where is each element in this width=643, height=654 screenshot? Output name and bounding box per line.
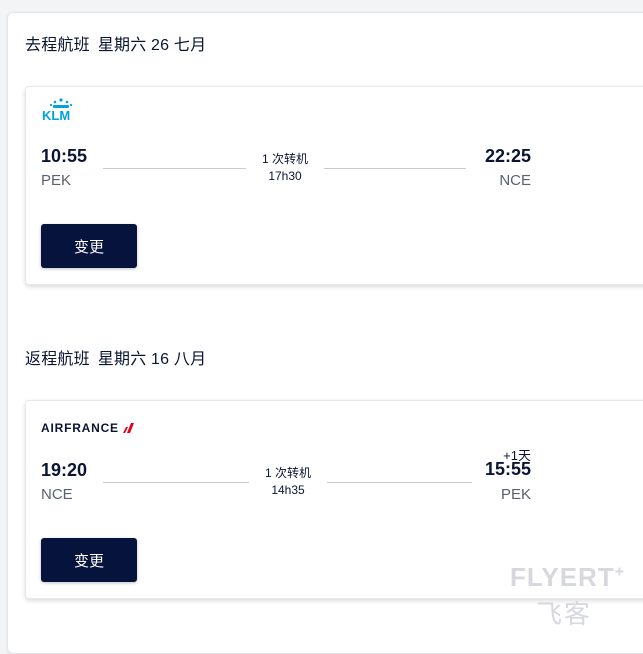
outbound-section-title: 去程航班 星期六 26 七月 xyxy=(25,31,206,55)
return-stops: 1 次转机 xyxy=(264,466,311,480)
flyert-watermark: FLYERT+ xyxy=(510,562,625,593)
outbound-date: 星期六 26 七月 xyxy=(97,37,207,54)
return-title-label: 返程航班 xyxy=(25,351,90,368)
return-route-line-right xyxy=(327,482,472,483)
return-change-button[interactable]: 变更 xyxy=(41,538,137,582)
outbound-depart-time: 10:55 xyxy=(41,146,88,166)
return-arrive-airport: PEK xyxy=(500,486,531,503)
airfrance-wordmark: AIRFRANCE xyxy=(41,421,119,435)
outbound-stops: 1 次转机 xyxy=(261,152,308,166)
airfrance-stripe-icon xyxy=(122,423,134,433)
klm-logo: KLM xyxy=(41,97,81,126)
return-date: 星期六 16 八月 xyxy=(97,351,207,368)
outbound-flight-card: KLM 10:55 PEK 1 次转机 17h30 22:25 NCE 变更 xyxy=(25,86,643,285)
outbound-change-button[interactable]: 变更 xyxy=(41,224,137,268)
klm-crown-icon: KLM xyxy=(42,98,73,123)
outbound-arrive-airport: NCE xyxy=(499,172,531,189)
outbound-route-line-right xyxy=(324,168,466,169)
outbound-title-label: 去程航班 xyxy=(25,37,90,54)
return-route-line-left xyxy=(103,482,249,483)
outbound-duration: 17h30 xyxy=(268,169,302,183)
flyert-watermark-sub: 飞客 xyxy=(536,599,593,629)
return-arrive-time: 15:55 xyxy=(484,459,531,479)
watermark-plus: + xyxy=(614,563,626,581)
watermark-text: FLYERT xyxy=(510,562,615,592)
return-duration: 14h35 xyxy=(271,483,305,497)
return-depart-time: 19:20 xyxy=(41,460,88,480)
outbound-depart-airport: PEK xyxy=(41,172,72,189)
airfrance-logo: AIRFRANCE xyxy=(41,421,135,435)
return-section-title: 返程航班 星期六 16 八月 xyxy=(25,345,206,369)
outbound-route-line-left xyxy=(103,168,246,169)
klm-wordmark: KLM xyxy=(42,108,70,121)
return-depart-airport: NCE xyxy=(41,486,73,503)
outbound-arrive-time: 22:25 xyxy=(484,146,531,166)
